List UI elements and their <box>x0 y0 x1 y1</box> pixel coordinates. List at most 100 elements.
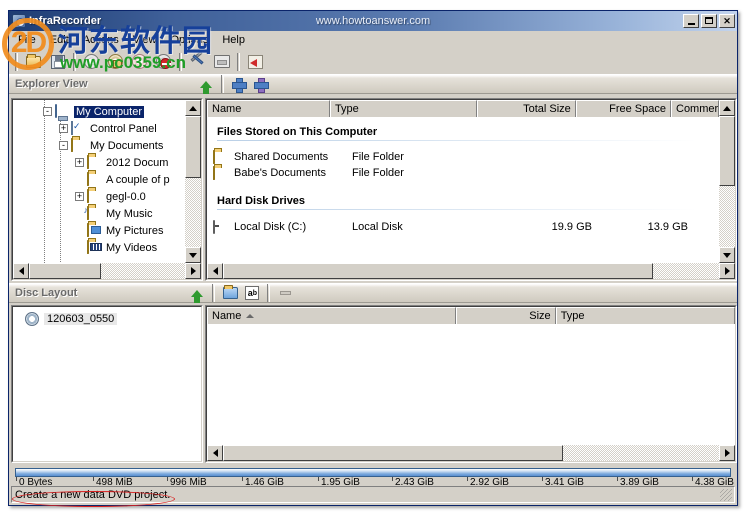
column-header-type[interactable]: Type <box>556 307 735 324</box>
go-up-icon[interactable] <box>187 284 207 302</box>
erase-disc-icon[interactable] <box>152 51 175 73</box>
menu-options[interactable]: Options <box>163 33 215 47</box>
column-header-total-size[interactable]: Total Size <box>477 100 576 117</box>
column-header-name[interactable]: Name <box>207 307 456 324</box>
tree-item-a-couple-of-p[interactable]: A couple of p <box>17 171 185 188</box>
disc-list-body[interactable] <box>207 324 735 445</box>
disc-panel-title: Disc Layout <box>15 287 77 299</box>
toolbar-separator <box>73 53 76 71</box>
folder-icon <box>87 190 103 204</box>
sort-ascending-icon <box>246 314 254 318</box>
cd-window-icon <box>12 14 26 28</box>
disc-project-label: 120603_0550 <box>44 313 117 325</box>
tree-item-my-videos[interactable]: My Videos <box>17 239 185 256</box>
maximize-button[interactable] <box>701 14 717 28</box>
menu-file[interactable]: File <box>11 33 43 47</box>
scroll-left-button[interactable] <box>207 445 223 461</box>
tree-item-label: 2012 Docum <box>106 157 168 169</box>
tree-item-my-pictures[interactable]: My Pictures <box>17 222 185 239</box>
go-up-icon[interactable] <box>196 75 216 93</box>
tree-expander[interactable]: - <box>59 141 68 150</box>
menu-view[interactable]: View <box>126 33 164 47</box>
menu-actions[interactable]: Actions <box>76 33 126 47</box>
tree-item-my-computer[interactable]: - My Computer <box>17 103 185 120</box>
column-header-type[interactable]: Type <box>330 100 477 117</box>
disc-project-item[interactable]: 120603_0550 <box>17 310 201 327</box>
burn-data-disc-icon[interactable] <box>80 51 103 73</box>
disc-project-tree[interactable]: 120603_0550 <box>13 307 201 461</box>
tree-vertical-scrollbar[interactable] <box>185 100 201 263</box>
scroll-track[interactable] <box>101 263 185 279</box>
cell-type: File Folder <box>348 167 496 179</box>
tree-horizontal-scrollbar[interactable] <box>13 263 201 279</box>
scroll-right-button[interactable] <box>719 445 735 461</box>
tree-item-my-music[interactable]: My Music <box>17 205 185 222</box>
scroll-up-button[interactable] <box>719 100 735 116</box>
scroll-thumb[interactable] <box>223 263 653 279</box>
menu-help[interactable]: Help <box>215 33 252 47</box>
my-computer-icon <box>55 105 71 119</box>
disc-tools-icon[interactable] <box>186 51 209 73</box>
exit-icon[interactable] <box>244 51 267 73</box>
column-header-name[interactable]: Name <box>207 100 330 117</box>
tree-item-label: gegl-0.0 <box>106 191 146 203</box>
explorer-panel-header: Explorer View <box>9 74 737 94</box>
scroll-track[interactable] <box>719 186 735 247</box>
new-folder-icon[interactable] <box>220 284 240 302</box>
menu-edit[interactable]: Edit <box>43 33 76 47</box>
save-project-icon[interactable] <box>46 51 69 73</box>
scroll-track[interactable] <box>653 263 719 279</box>
application-window: InfraRecorder www.howtoanswer.com ✕ File… <box>8 10 738 506</box>
tree-item-2012-documents[interactable]: + 2012 Docum <box>17 154 185 171</box>
scroll-thumb[interactable] <box>185 116 201 178</box>
tree-item-control-panel[interactable]: + Control Panel <box>17 120 185 137</box>
scroll-up-button[interactable] <box>185 100 201 116</box>
close-button[interactable]: ✕ <box>719 14 735 28</box>
table-row[interactable]: Babe's Documents File Folder <box>207 165 719 181</box>
scroll-left-button[interactable] <box>207 263 223 279</box>
tree-expander[interactable]: - <box>43 107 52 116</box>
scroll-right-button[interactable] <box>719 263 735 279</box>
scroll-thumb[interactable] <box>29 263 101 279</box>
rename-icon[interactable]: ab <box>242 284 262 302</box>
open-project-icon[interactable] <box>22 51 45 73</box>
scroll-left-button[interactable] <box>13 263 29 279</box>
tree-expander[interactable]: + <box>75 158 84 167</box>
scroll-track[interactable] <box>563 445 719 461</box>
tree-item-my-documents[interactable]: - My Documents <box>17 137 185 154</box>
tree-item-label: My Computer <box>74 106 144 118</box>
copy-disc-icon[interactable] <box>128 51 151 73</box>
disc-capacity-bar <box>15 468 731 477</box>
disc-project-icon <box>25 312 41 326</box>
disc-list-horizontal-scrollbar[interactable] <box>207 445 735 461</box>
table-row[interactable]: Local Disk (C:) Local Disk 19.9 GB 13.9 … <box>207 219 719 235</box>
explorer-tree[interactable]: - My Computer + Control Panel - <box>13 100 185 263</box>
column-header-size[interactable]: Size <box>456 307 556 324</box>
column-header-comment[interactable]: Commer <box>671 100 719 117</box>
scroll-down-button[interactable] <box>185 247 201 263</box>
folder-icon <box>87 173 103 187</box>
burn-audio-disc-icon[interactable] <box>104 51 127 73</box>
tree-expander[interactable]: + <box>75 192 84 201</box>
add-new-project-icon[interactable] <box>251 75 271 93</box>
explorer-list-vertical-scrollbar[interactable] <box>719 100 735 263</box>
explorer-panel-toolbar <box>196 75 271 93</box>
scroll-down-button[interactable] <box>719 247 735 263</box>
explorer-list-body[interactable]: Files Stored on This Computer Shared Doc… <box>207 117 719 263</box>
scroll-thumb[interactable] <box>719 116 735 186</box>
explorer-list-horizontal-scrollbar[interactable] <box>207 263 735 279</box>
folder-icon <box>71 139 87 153</box>
remove-icon[interactable] <box>275 284 295 302</box>
tree-expander[interactable]: + <box>59 124 68 133</box>
table-row[interactable]: Shared Documents File Folder <box>207 149 719 165</box>
eject-disc-icon[interactable] <box>210 51 233 73</box>
scroll-right-button[interactable] <box>185 263 201 279</box>
add-to-project-icon[interactable] <box>229 75 249 93</box>
column-header-free-space[interactable]: Free Space <box>576 100 671 117</box>
resize-grip-icon[interactable] <box>720 489 732 501</box>
minimize-button[interactable] <box>683 14 699 28</box>
scroll-track[interactable] <box>185 178 201 247</box>
explorer-tree-pane: - My Computer + Control Panel - <box>11 98 203 281</box>
scroll-thumb[interactable] <box>223 445 563 461</box>
tree-item-gegl-0-0[interactable]: + gegl-0.0 <box>17 188 185 205</box>
